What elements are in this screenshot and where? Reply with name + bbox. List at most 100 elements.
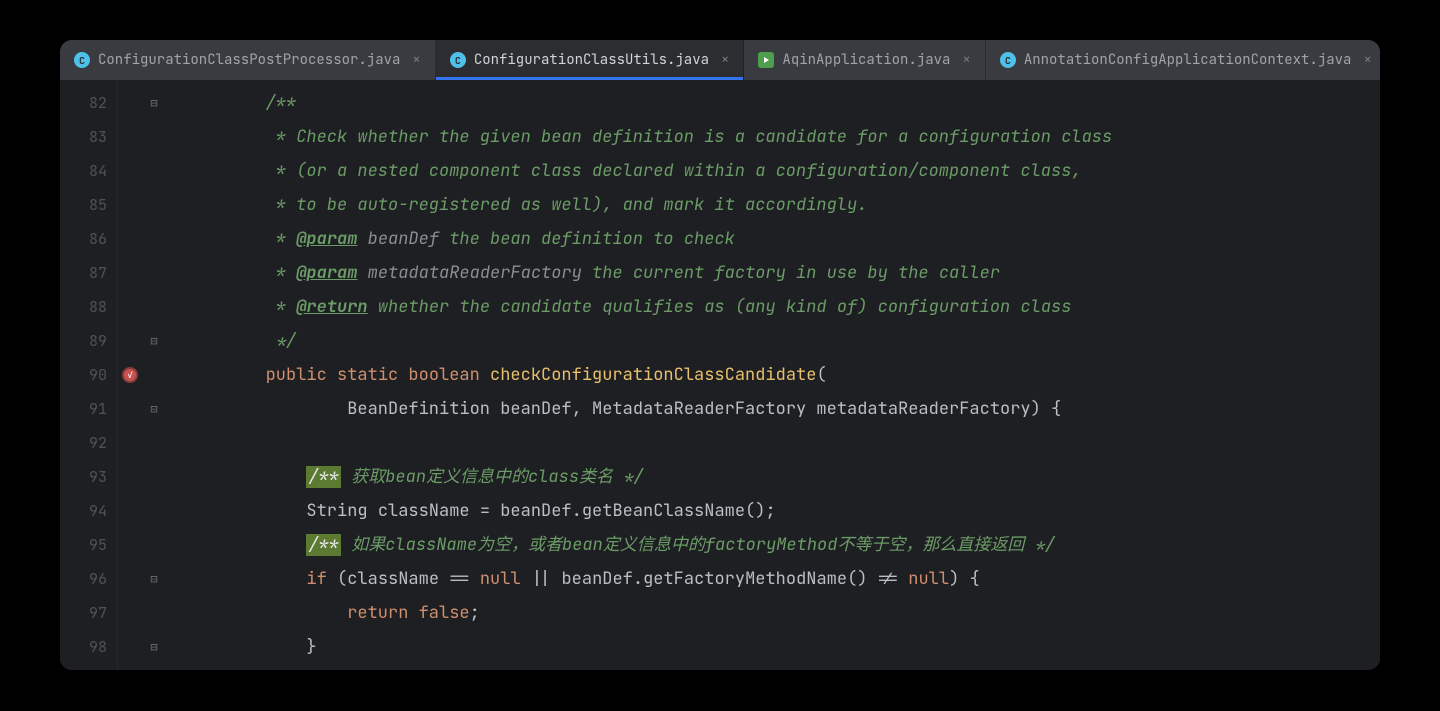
fold-slot[interactable] [142,256,166,290]
token-punct: ) [1031,398,1051,420]
fold-slot[interactable] [142,188,166,222]
breakpoint-slot[interactable] [118,120,142,154]
token-comment: * Check whether the given bean definitio… [266,126,1113,148]
close-icon[interactable]: × [717,51,733,69]
token-punct: ( [337,568,347,590]
token-docstart: /** [306,466,341,488]
code-line[interactable]: if (className == null || beanDef.getFact… [184,562,1380,596]
token-lit: null [908,568,949,590]
fold-slot[interactable]: ⊟ [142,630,166,664]
code-area[interactable]: /** * Check whether the given bean defin… [166,80,1380,670]
token-punct: ) [949,568,969,590]
token-pipe: || [531,568,551,590]
fold-slot[interactable] [142,154,166,188]
token-punct: (); [745,500,776,522]
token-punct: () != [847,568,908,590]
tab-configurationclassutils-java[interactable]: CConfigurationClassUtils.java× [436,40,745,80]
fold-slot[interactable] [142,528,166,562]
token-method: checkConfigurationClassCandidate [490,364,816,386]
breakpoint-slot[interactable] [118,596,142,630]
line-number: 89 [60,324,107,358]
tab-configurationclasspostprocessor-java[interactable]: CConfigurationClassPostProcessor.java× [60,40,436,80]
breakpoint-slot[interactable] [118,324,142,358]
token-doctag: @param [296,262,357,284]
code-line[interactable]: /** 如果className为空，或者bean定义信息中的factoryMet… [184,528,1380,562]
breakpoint-slot[interactable] [118,392,142,426]
fold-toggle-icon[interactable]: ⊟ [150,333,157,349]
token-doctag: @return [296,296,367,318]
fold-slot[interactable]: ⊟ [142,562,166,596]
fold-slot[interactable] [142,596,166,630]
breakpoint-slot[interactable] [118,528,142,562]
fold-slot[interactable]: ⊟ [142,392,166,426]
code-line[interactable]: * (or a nested component class declared … [184,154,1380,188]
code-line[interactable]: * @param metadataReaderFactory the curre… [184,256,1380,290]
tab-aqinapplication-java[interactable]: AqinApplication.java× [744,40,985,80]
code-line[interactable]: */ [184,324,1380,358]
code-line[interactable]: return false; [184,596,1380,630]
token-type: BeanDefinition [347,398,500,420]
tab-bar: CConfigurationClassPostProcessor.java×CC… [60,40,1380,80]
token-keyword: return [347,602,418,624]
fold-slot[interactable] [142,290,166,324]
breakpoint-slot[interactable] [118,154,142,188]
class-file-icon: C [1000,52,1016,68]
breakpoint-slot[interactable] [118,358,142,392]
fold-slot[interactable] [142,222,166,256]
tab-annotationconfigapplicationcontext-java[interactable]: CAnnotationConfigApplicationContext.java… [986,40,1380,80]
close-icon[interactable]: × [958,51,974,69]
fold-slot[interactable]: ⊟ [142,324,166,358]
line-number: 88 [60,290,107,324]
token-comment: * [266,296,297,318]
fold-slot[interactable] [142,460,166,494]
breakpoint-slot[interactable] [118,562,142,596]
token-comment: * (or a nested component class declared … [266,160,1082,182]
fold-slot[interactable]: ⊟ [142,86,166,120]
close-icon[interactable]: × [408,51,424,69]
code-line[interactable]: /** [184,86,1380,120]
breakpoint-slot[interactable] [118,188,142,222]
token-brace: } [306,636,316,658]
fold-slot[interactable] [142,494,166,528]
breakpoint-icon[interactable] [122,367,138,383]
fold-toggle-icon[interactable]: ⊟ [150,571,157,587]
line-number: 82 [60,86,107,120]
token-punct: ( [816,364,826,386]
code-line[interactable]: /** 获取bean定义信息中的class类名 */ [184,460,1380,494]
breakpoint-slot[interactable] [118,290,142,324]
token-type: className [378,500,470,522]
breakpoint-slot[interactable] [118,222,142,256]
code-line[interactable]: BeanDefinition beanDef, MetadataReaderFa… [184,392,1380,426]
fold-toggle-icon[interactable]: ⊟ [150,95,157,111]
fold-slot[interactable] [142,426,166,460]
breakpoint-gutter[interactable] [118,80,142,670]
token-comment [357,262,367,284]
editor-body: 8283848586878889909192939495969798 ⊟⊟⊟⊟⊟… [60,80,1380,670]
breakpoint-slot[interactable] [118,630,142,664]
fold-toggle-icon[interactable]: ⊟ [150,639,157,655]
code-line[interactable] [184,426,1380,460]
fold-toggle-icon[interactable]: ⊟ [150,401,157,417]
code-line[interactable]: * Check whether the given bean definitio… [184,120,1380,154]
token-methodcall: getBeanClassName [582,500,745,522]
breakpoint-slot[interactable] [118,460,142,494]
breakpoint-slot[interactable] [118,494,142,528]
token-type: beanDef [561,568,632,590]
line-number: 87 [60,256,107,290]
code-line[interactable]: public static boolean checkConfiguration… [184,358,1380,392]
fold-slot[interactable] [142,120,166,154]
fold-slot[interactable] [142,358,166,392]
code-line[interactable]: * to be auto-registered as well), and ma… [184,188,1380,222]
code-line[interactable]: * @return whether the candidate qualifie… [184,290,1380,324]
breakpoint-slot[interactable] [118,86,142,120]
breakpoint-slot[interactable] [118,426,142,460]
code-line[interactable]: String className = beanDef.getBeanClassN… [184,494,1380,528]
fold-gutter[interactable]: ⊟ ⊟ ⊟ ⊟ ⊟ [142,80,166,670]
code-line[interactable]: } [184,630,1380,664]
close-icon[interactable]: × [1359,51,1375,69]
token-comment-zh: 获取bean定义信息中的class类名 */ [341,466,644,488]
token-type: className [347,568,439,590]
line-number-gutter: 8283848586878889909192939495969798 [60,80,118,670]
breakpoint-slot[interactable] [118,256,142,290]
code-line[interactable]: * @param beanDef the bean definition to … [184,222,1380,256]
